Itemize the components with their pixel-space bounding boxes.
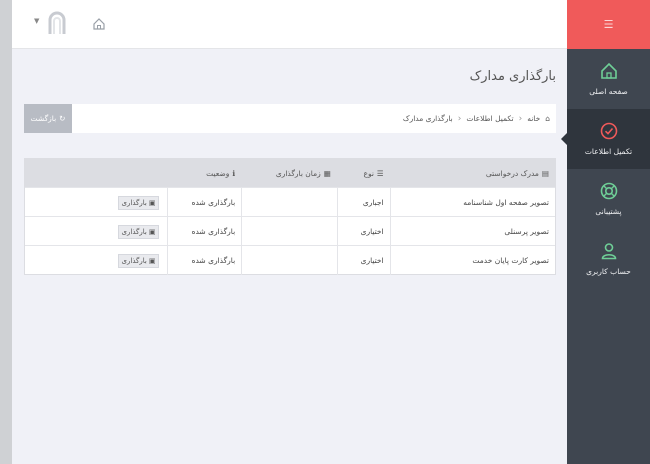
upload-button[interactable]: ▣ بارگذاری <box>117 224 160 239</box>
breadcrumb: ⌂ خانه ‹ تکمیل اطلاعات ‹ بارگذاری مدارک <box>403 104 550 133</box>
sidebar-item-account[interactable]: حساب کاربری <box>567 229 650 289</box>
cell-document: تصویر پرسنلی <box>389 217 555 246</box>
support-icon <box>600 182 617 200</box>
top-bar: ▼ <box>12 0 567 49</box>
upload-file-icon: ▣ <box>148 256 156 265</box>
page-title: بارگذاری مدارک <box>469 69 556 84</box>
sidebar: ☰ صفحه اصلی تکمیل اطلاعات پشتیبانی حساب … <box>561 0 650 464</box>
cell-type: اختیاری <box>336 217 390 246</box>
list-icon: ☰ <box>376 168 384 178</box>
cell-upload-time <box>241 188 337 217</box>
chevron-down-icon[interactable]: ▼ <box>34 17 39 25</box>
upload-file-icon: ▣ <box>148 227 156 236</box>
table-row: تصویر پرسنلی اختیاری بارگذاری شده ▣ بارگذ… <box>25 216 555 246</box>
home-icon[interactable] <box>92 17 106 31</box>
header-upload-time: ▦ زمان بارگذاری <box>275 168 331 178</box>
cell-action: ▣ بارگذاری <box>25 188 167 217</box>
cell-action: ▣ بارگذاری <box>25 217 167 246</box>
sidebar-item-support[interactable]: پشتیبانی <box>567 169 650 229</box>
upload-button[interactable]: ▣ بارگذاری <box>117 195 160 210</box>
home-icon <box>600 62 617 79</box>
cell-upload-time <box>241 246 337 275</box>
sidebar-item-label: حساب کاربری <box>586 267 631 276</box>
documents-table: ▤ مدرک درخواستی ☰ نوع ▦ زمان بارگذاری ℹ وضعی… <box>24 158 556 275</box>
user-icon <box>601 243 616 260</box>
chevron-left-icon: ‹ <box>518 113 523 124</box>
sidebar-item-complete-info[interactable]: تکمیل اطلاعات <box>561 109 650 169</box>
table-header: ▤ مدرک درخواستی ☰ نوع ▦ زمان بارگذاری ℹ وضعی… <box>25 159 555 187</box>
breadcrumb-item-home[interactable]: خانه <box>527 114 540 123</box>
main-content: بارگذاری مدارک ↻ بازگشت ⌂ خانه ‹ تکمیل ا… <box>12 49 567 464</box>
cell-document: تصویر کارت پایان خدمت <box>389 246 555 275</box>
sidebar-item-label: پشتیبانی <box>595 207 622 216</box>
cell-status: بارگذاری شده <box>167 246 241 275</box>
header-type: ☰ نوع <box>363 168 384 178</box>
cell-action: ▣ بارگذاری <box>25 246 167 275</box>
table-row: تصویر صفحه اول شناسنامه اجباری بارگذاری … <box>25 187 555 217</box>
info-icon: ℹ <box>232 168 236 178</box>
cell-status: بارگذاری شده <box>167 217 241 246</box>
sidebar-item-home[interactable]: صفحه اصلی <box>567 49 650 109</box>
cell-document: تصویر صفحه اول شناسنامه <box>389 188 555 217</box>
breadcrumb-bar: ↻ بازگشت ⌂ خانه ‹ تکمیل اطلاعات ‹ بارگذا… <box>24 104 556 133</box>
upload-file-icon: ▣ <box>148 198 156 207</box>
breadcrumb-item-current: بارگذاری مدارک <box>402 114 453 123</box>
cell-type: اختیاری <box>336 246 390 275</box>
upload-button[interactable]: ▣ بارگذاری <box>117 253 160 268</box>
calendar-icon: ▦ <box>323 168 331 178</box>
refresh-icon: ↻ <box>59 114 66 123</box>
header-status: ℹ وضعیت <box>206 168 236 178</box>
header-document: ▤ مدرک درخواستی <box>485 168 549 178</box>
table-row: تصویر کارت پایان خدمت اختیاری بارگذاری ش… <box>25 245 555 275</box>
sidebar-header: ☰ <box>567 0 650 49</box>
left-edge-strip <box>0 0 12 464</box>
hamburger-icon[interactable]: ☰ <box>604 18 614 31</box>
cell-type: اجباری <box>336 188 390 217</box>
back-button[interactable]: ↻ بازگشت <box>24 104 72 133</box>
back-label: بازگشت <box>30 114 57 123</box>
sidebar-item-label: صفحه اصلی <box>589 87 628 96</box>
home-icon: ⌂ <box>545 114 550 123</box>
user-avatar-icon[interactable] <box>45 8 69 36</box>
cell-status: بارگذاری شده <box>167 188 241 217</box>
sidebar-item-label: تکمیل اطلاعات <box>584 147 633 156</box>
header-action <box>25 159 167 187</box>
breadcrumb-item-complete-info[interactable]: تکمیل اطلاعات <box>466 114 513 123</box>
chevron-left-icon: ‹ <box>457 113 462 124</box>
file-icon: ▤ <box>541 168 549 178</box>
cell-upload-time <box>241 217 337 246</box>
check-circle-icon <box>600 122 617 140</box>
